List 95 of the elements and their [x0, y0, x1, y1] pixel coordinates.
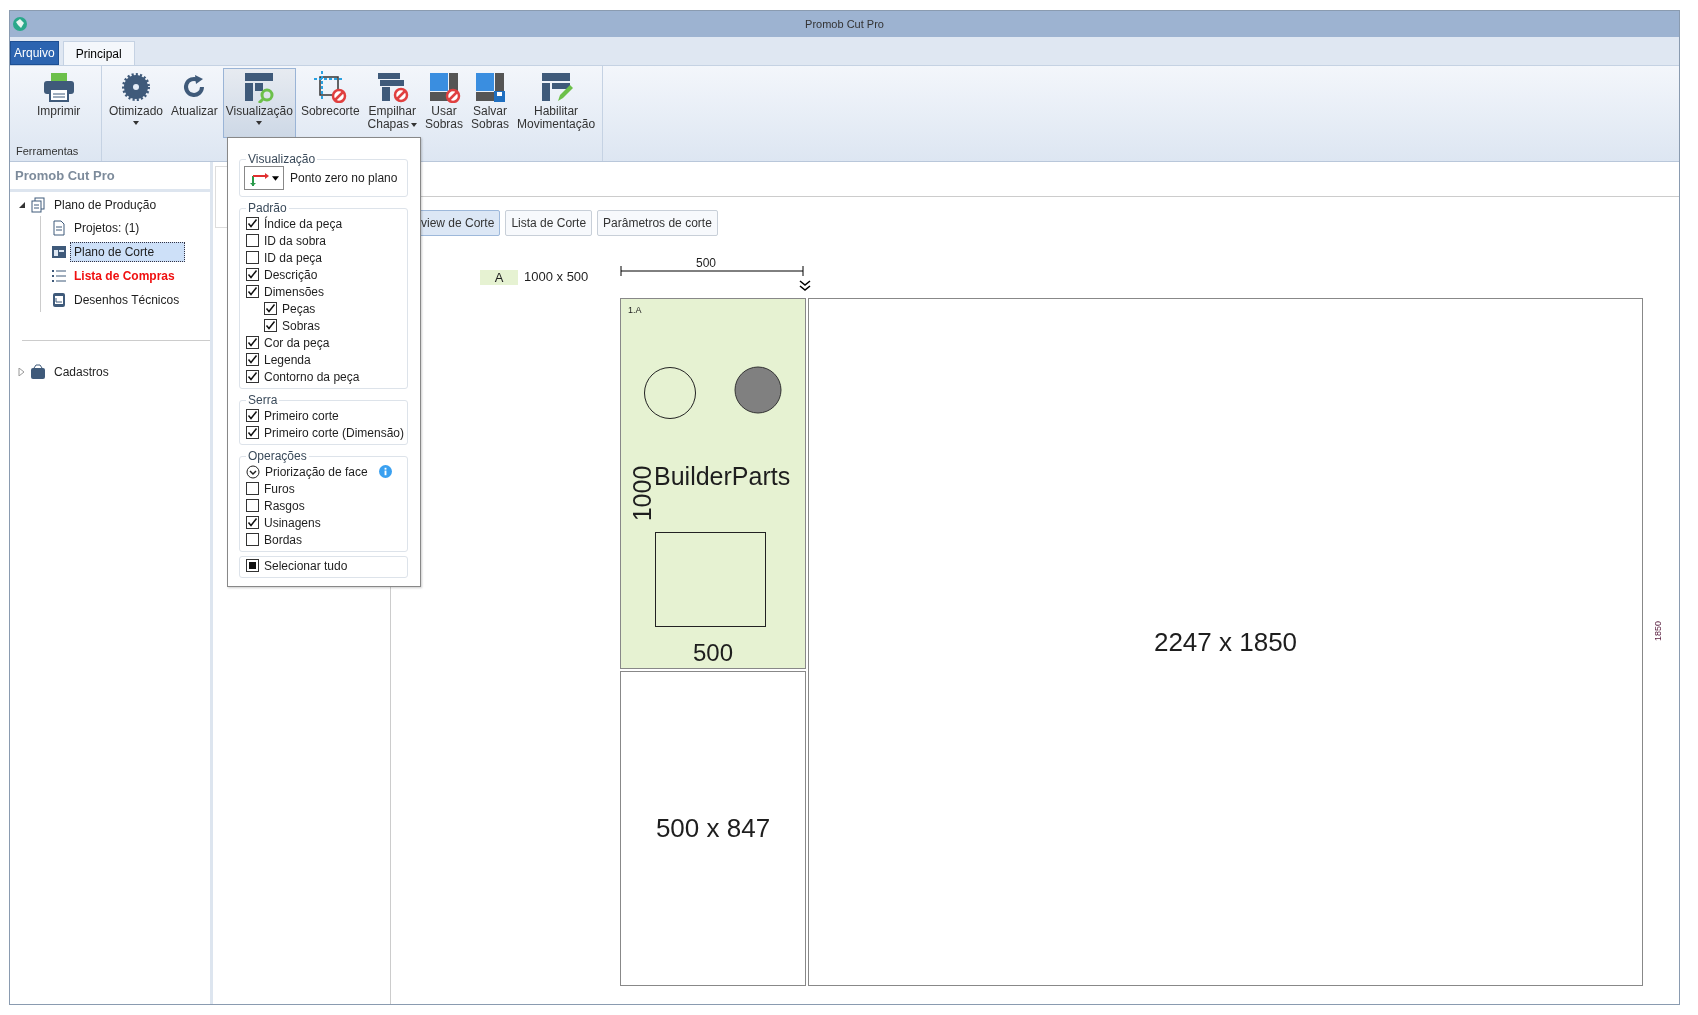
checkbox[interactable] — [246, 353, 259, 366]
width-dimension: 500 — [691, 638, 734, 668]
checkbox[interactable] — [246, 409, 259, 422]
document-icon — [51, 220, 67, 236]
section-title: Padrão — [247, 201, 288, 215]
option-label: Cor da peça — [264, 335, 330, 350]
sheet-tag: A — [480, 270, 518, 285]
ribbon-button[interactable]: Sobrecorte — [297, 68, 363, 138]
option-label: Sobras — [282, 318, 321, 333]
section-title: Visualização — [247, 152, 317, 166]
ribbon-button[interactable]: Salvar Sobras — [468, 68, 512, 138]
content-tab[interactable]: Lista de Corte — [505, 210, 593, 236]
tree-item[interactable]: Lista de Compras — [70, 266, 179, 286]
option-label: Bordas — [264, 532, 303, 547]
checkbox[interactable] — [246, 251, 259, 264]
documents-icon — [30, 197, 46, 213]
option-label: Primeiro corte (Dimensão) — [264, 425, 405, 440]
double-chevron-icon[interactable] — [799, 280, 811, 292]
caret-icon — [272, 175, 279, 181]
ribbon-tab[interactable]: Principal — [62, 41, 135, 65]
dimension-label: 500 — [696, 256, 717, 270]
option-label: Priorização de face — [265, 464, 368, 479]
caret-icon — [256, 121, 263, 125]
section-title: Operações — [247, 449, 308, 463]
ribbon-button[interactable]: Atualizar — [168, 68, 221, 138]
content-tab[interactable]: Parâmetros de corte — [597, 210, 718, 236]
ribbon-button[interactable]: Visualização — [222, 68, 296, 138]
option-label: Índice da peça — [264, 216, 343, 231]
panel-title: Promob Cut Pro — [10, 162, 210, 192]
option-label: Rasgos — [264, 498, 305, 513]
collapse-arrow-icon[interactable] — [18, 201, 26, 209]
option-label: Selecionar tudo — [264, 558, 348, 573]
checkbox[interactable] — [246, 516, 259, 529]
checkbox[interactable] — [264, 302, 277, 315]
checkbox[interactable] — [246, 285, 259, 298]
checkbox[interactable] — [246, 426, 259, 439]
option-label: Dimensões — [264, 284, 325, 299]
ribbon-button[interactable]: Usar Sobras — [421, 68, 466, 138]
option-label: ID da peça — [264, 250, 323, 265]
checkbox[interactable] — [246, 234, 259, 247]
checkbox[interactable] — [246, 217, 259, 230]
toggle-checkbox[interactable] — [246, 464, 260, 479]
tree-item[interactable]: Desenhos Técnicos — [70, 290, 184, 310]
option-label: Ponto zero no plano — [290, 171, 398, 185]
ribbon-button[interactable]: Habilitar Movimentação — [514, 68, 599, 138]
folder-icon — [30, 364, 46, 380]
checkbox[interactable] — [264, 319, 277, 332]
side-dimension: 1850 — [1653, 621, 1663, 641]
layout-icon — [51, 244, 67, 260]
leftover-area[interactable]: 500 x 847 — [620, 671, 806, 986]
leftover-size: 500 x 847 — [655, 813, 771, 844]
leftover-size: 2247 x 1850 — [1153, 626, 1298, 658]
option-label: Furos — [264, 481, 295, 496]
piece-description: BuilderParts — [654, 462, 791, 491]
checkbox[interactable] — [246, 482, 259, 495]
caret-icon — [133, 121, 139, 125]
caret-icon — [410, 122, 417, 127]
filled-hole-drawing — [734, 366, 782, 414]
group-label: Ferramentas — [15, 145, 80, 159]
select-all-checkbox[interactable] — [246, 559, 259, 572]
checkbox[interactable] — [246, 499, 259, 512]
app-logo-icon — [12, 16, 28, 32]
option-label: Legenda — [264, 352, 311, 367]
height-dimension: 1000 — [627, 464, 656, 524]
origin-dropdown[interactable] — [244, 166, 284, 190]
checkbox[interactable] — [246, 370, 259, 383]
list-icon — [51, 268, 67, 284]
cut-piece[interactable]: 1.A 1000 BuilderParts 500 — [620, 298, 806, 669]
leftover-area[interactable]: 2247 x 1850 — [808, 298, 1643, 986]
drawing-sheets-icon — [51, 292, 67, 308]
checkbox[interactable] — [246, 268, 259, 281]
ribbon-button[interactable]: Empilhar Chapas — [364, 68, 420, 138]
file-menu-tab[interactable]: Arquivo — [10, 41, 59, 65]
piece-index: 1.A — [628, 305, 642, 315]
option-label: Peças — [282, 301, 316, 316]
expand-arrow-icon[interactable] — [18, 368, 26, 376]
section-title: Serra — [247, 393, 279, 407]
tree-item[interactable]: Cadastros — [50, 362, 113, 382]
checkbox[interactable] — [246, 533, 259, 546]
option-label: Primeiro corte — [264, 408, 339, 423]
option-label: Contorno da peça — [264, 369, 360, 384]
tree-item[interactable]: Plano de Corte — [70, 242, 186, 262]
sheet-size: 1000 x 500 — [524, 269, 589, 284]
ribbon-button[interactable]: Imprimir — [34, 68, 84, 138]
checkbox[interactable] — [246, 336, 259, 349]
crop-blocked-icon — [312, 71, 349, 103]
tree-item[interactable]: Projetos: (1) — [70, 218, 144, 238]
option-label: Descrição — [264, 267, 318, 282]
window-title: Promob Cut Pro — [805, 18, 884, 30]
tree-item[interactable]: Plano de Produção — [50, 195, 161, 215]
ribbon-button[interactable]: Otimizado — [106, 68, 167, 138]
option-label: ID da sobra — [264, 233, 327, 248]
info-icon[interactable] — [378, 465, 392, 478]
option-label: Usinagens — [264, 515, 321, 530]
hole-drawing — [643, 366, 697, 420]
